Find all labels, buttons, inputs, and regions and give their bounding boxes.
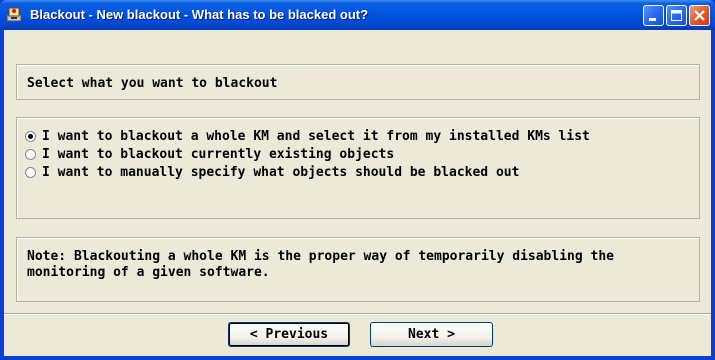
prompt-label: Select what you want to blackout <box>27 76 278 91</box>
maximize-icon[interactable] <box>666 5 687 26</box>
option-label: I want to blackout currently existing ob… <box>42 147 395 162</box>
option-existing-objects[interactable]: I want to blackout currently existing ob… <box>25 146 394 163</box>
options-panel: I want to blackout a whole KM and select… <box>16 117 700 219</box>
window-title: Blackout - New blackout - What has to be… <box>30 7 369 22</box>
radio-button[interactable] <box>25 167 36 178</box>
wizard-window: Blackout - New blackout - What has to be… <box>0 0 715 360</box>
option-whole-km[interactable]: I want to blackout a whole KM and select… <box>25 128 590 145</box>
footer-divider <box>4 313 711 314</box>
previous-button[interactable]: < Previous <box>228 322 350 347</box>
option-label: I want to blackout a whole KM and select… <box>42 129 590 144</box>
radio-button-selected[interactable] <box>25 131 36 142</box>
next-button[interactable]: Next > <box>370 322 493 347</box>
note-panel: Note: Blackouting a whole KM is the prop… <box>16 237 700 302</box>
blackout-app-icon <box>6 6 22 22</box>
option-label: I want to manually specify what objects … <box>42 165 520 180</box>
minimize-icon[interactable] <box>643 5 664 26</box>
radio-button[interactable] <box>25 149 36 160</box>
note-text: Note: Blackouting a whole KM is the prop… <box>27 249 614 280</box>
prompt-panel: Select what you want to blackout <box>16 64 700 100</box>
close-icon[interactable] <box>689 5 710 26</box>
client-area: Select what you want to blackout I want … <box>4 30 711 356</box>
title-bar[interactable]: Blackout - New blackout - What has to be… <box>0 0 715 30</box>
option-manual-objects[interactable]: I want to manually specify what objects … <box>25 164 519 181</box>
